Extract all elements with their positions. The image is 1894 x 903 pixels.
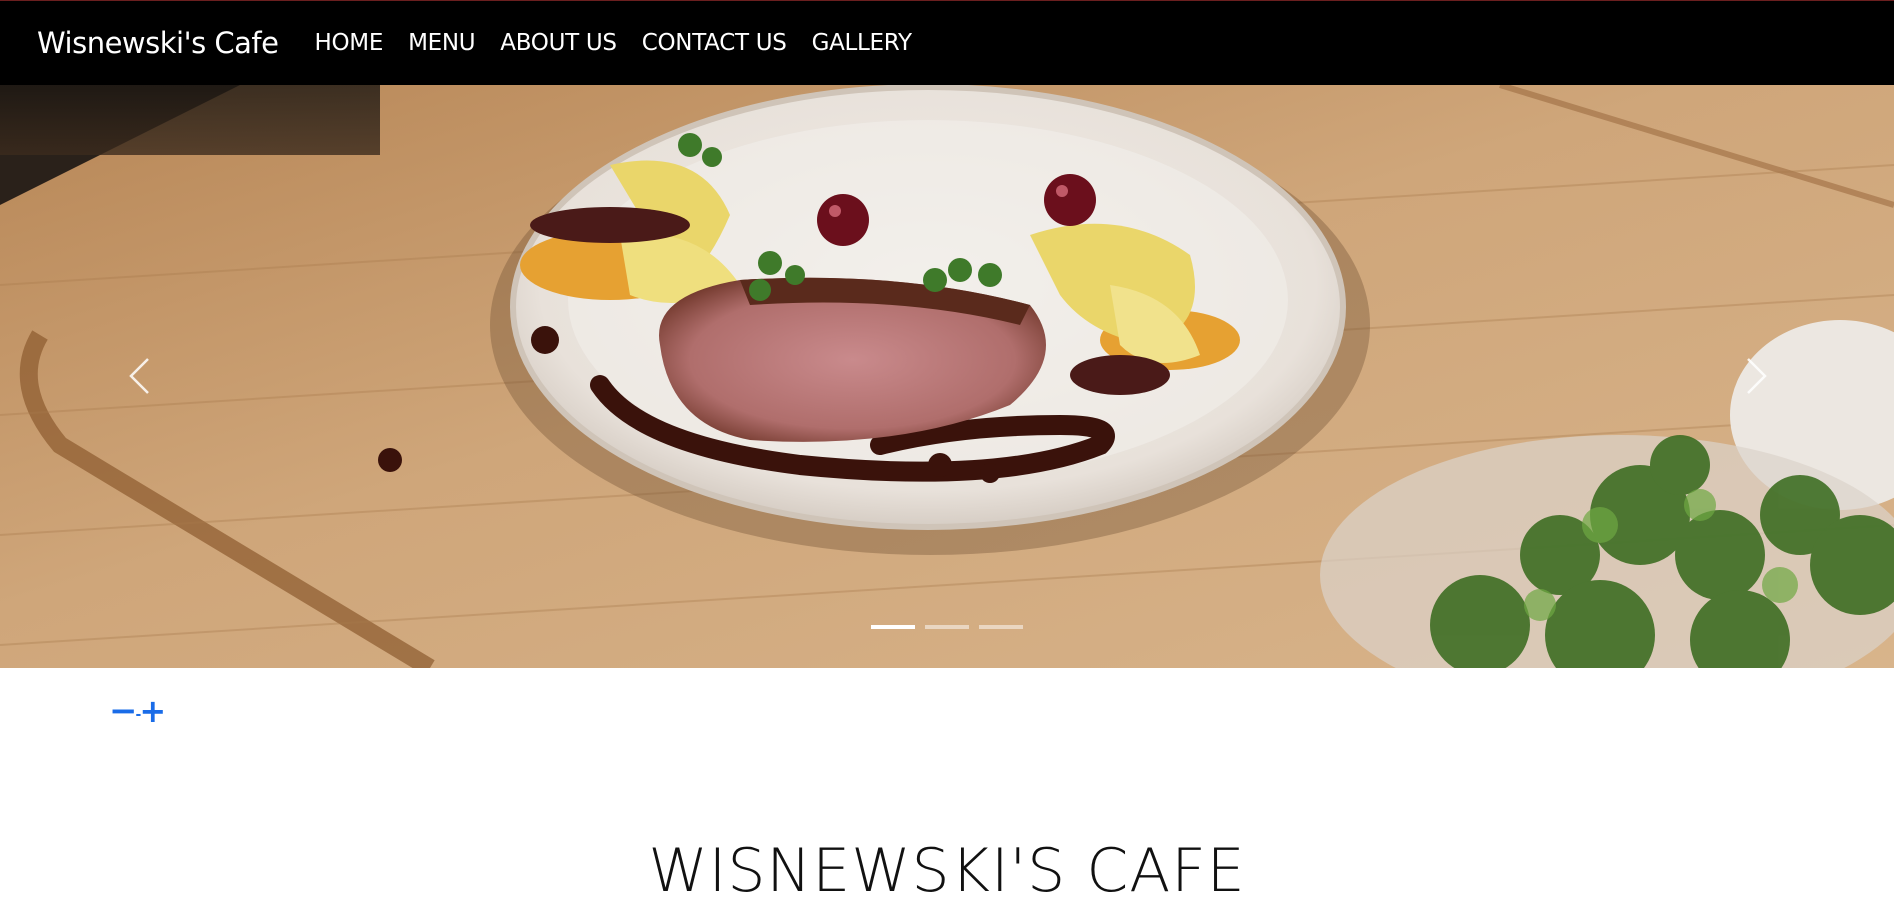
chevron-right-icon <box>1747 358 1767 394</box>
nav-link-menu[interactable]: MENU <box>408 30 476 56</box>
page-title: WISNEWSKI'S CAFE <box>648 836 1246 903</box>
carousel-slide-image <box>0 85 1894 668</box>
carousel-next-button[interactable] <box>1728 351 1778 401</box>
nav-link-about-us[interactable]: ABOUT US <box>500 30 617 56</box>
carousel-indicator-1[interactable] <box>871 625 915 629</box>
brand-link[interactable]: Wisnewski's Cafe <box>37 26 279 60</box>
increase-text-size-button[interactable]: + <box>139 695 166 727</box>
nav-link-gallery[interactable]: GALLERY <box>812 30 912 56</box>
decrease-text-size-button[interactable]: − <box>109 694 138 728</box>
nav-link-home[interactable]: HOME <box>314 30 383 56</box>
hero-carousel <box>0 85 1894 668</box>
top-navbar: Wisnewski's Cafe HOME MENU ABOUT US CONT… <box>0 0 1894 85</box>
carousel-indicators <box>871 625 1023 629</box>
carousel-indicator-2[interactable] <box>925 625 969 629</box>
carousel-indicator-3[interactable] <box>979 625 1023 629</box>
chevron-left-icon <box>129 358 149 394</box>
nav-link-contact-us[interactable]: CONTACT US <box>642 30 787 56</box>
text-size-control: − - + <box>109 694 166 735</box>
carousel-prev-button[interactable] <box>118 351 168 401</box>
